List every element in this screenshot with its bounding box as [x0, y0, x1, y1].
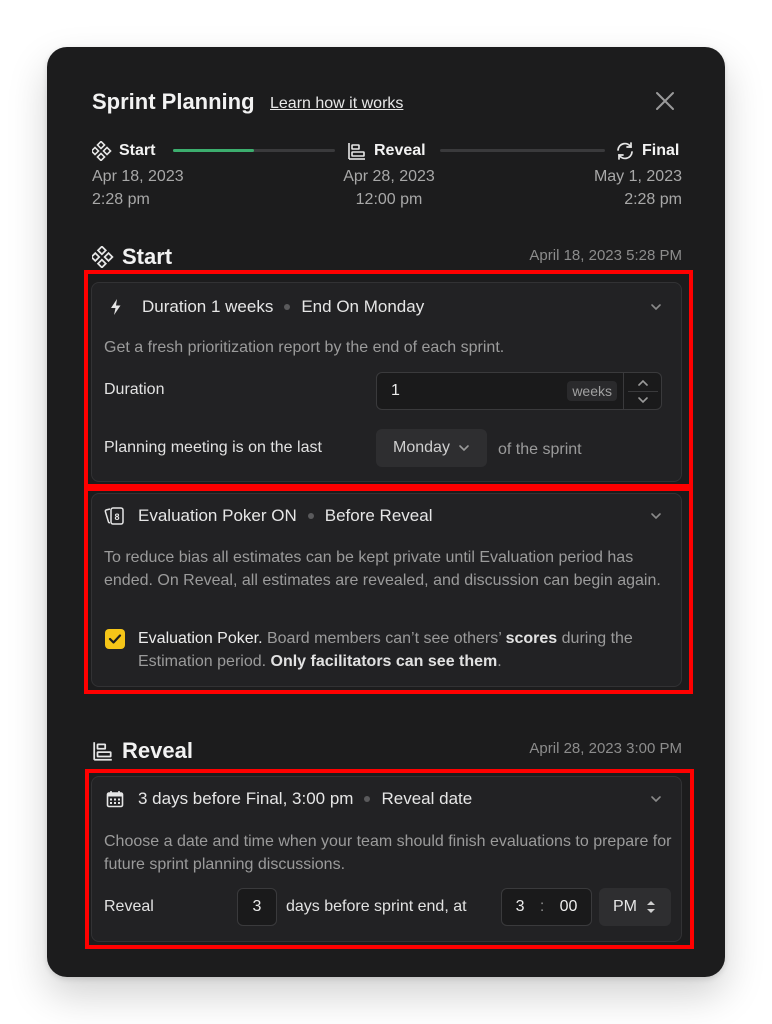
- learn-how-it-works-link[interactable]: Learn how it works: [270, 95, 403, 113]
- sort-arrows-icon: [647, 901, 655, 913]
- start-section-heading: Start: [92, 244, 172, 270]
- chevron-down-icon[interactable]: [637, 396, 649, 404]
- meeting-day-select[interactable]: Monday: [376, 429, 487, 467]
- reveal-time-input[interactable]: 3 : 00: [501, 888, 592, 926]
- poker-card: 8 Evaluation Poker ON Before Reveal To r…: [91, 493, 682, 687]
- separator-dot: [364, 796, 371, 802]
- close-button[interactable]: [653, 89, 677, 113]
- poker-cards-icon: 8: [104, 507, 124, 525]
- progress-track-1: [173, 149, 335, 152]
- meeting-day-value: Monday: [393, 439, 450, 456]
- meeting-label: Planning meeting is on the last: [104, 439, 322, 456]
- reveal-summary: 3 days before Final, 3:00 pm: [138, 789, 354, 808]
- poker-timing: Before Reveal: [324, 506, 433, 525]
- diamond-grid-icon: [92, 141, 112, 161]
- reveal-label: Reveal: [104, 898, 154, 915]
- reveal-date: Apr 28, 2023: [343, 168, 435, 185]
- separator-dot: [284, 304, 291, 310]
- meeting-suffix: of the sprint: [498, 441, 582, 458]
- reveal-card-header[interactable]: 3 days before Final, 3:00 pm Reveal date: [106, 787, 666, 811]
- step-final-label: Final: [642, 142, 680, 159]
- start-timestamp: April 18, 2023 5:28 PM: [529, 247, 682, 264]
- reveal-section-heading: Reveal: [92, 738, 193, 764]
- chevron-down-icon[interactable]: [650, 510, 662, 522]
- step-final-date: May 1, 2023 2:28 pm: [552, 165, 682, 211]
- bar-align-icon: [93, 742, 112, 761]
- poker-description: To reduce bias all estimates can be kept…: [104, 549, 661, 589]
- step-reveal: Reveal: [347, 141, 426, 161]
- duration-description: Get a fresh prioritization report by the…: [104, 339, 505, 356]
- poker-summary: Evaluation Poker ON: [138, 506, 297, 525]
- checkmark-icon: [108, 634, 122, 644]
- sprint-planning-modal: Sprint Planning Learn how it works Start: [47, 47, 725, 977]
- step-start: Start: [92, 141, 155, 161]
- progress-fill: [173, 149, 254, 152]
- duration-summary: Duration 1 weeks: [142, 297, 274, 316]
- reveal-minute[interactable]: 00: [560, 898, 578, 916]
- svg-text:8: 8: [114, 512, 119, 522]
- reveal-card: 3 days before Final, 3:00 pm Reveal date…: [91, 776, 682, 942]
- duration-unit: weeks: [567, 381, 617, 401]
- reveal-date-label: Reveal date: [381, 789, 473, 808]
- end-day-summary: End On Monday: [301, 297, 425, 316]
- final-date: May 1, 2023: [593, 168, 682, 185]
- ampm-select[interactable]: PM: [599, 888, 671, 926]
- step-reveal-date: Apr 28, 2023 12:00 pm: [337, 165, 441, 211]
- duration-input[interactable]: 1 weeks: [376, 372, 662, 410]
- time-separator: :: [539, 898, 545, 915]
- poker-text-1: Board members can’t see others’: [262, 630, 506, 647]
- reveal-description: Choose a date and time when your team sh…: [104, 833, 672, 873]
- duration-stepper[interactable]: [623, 373, 661, 409]
- chevron-down-icon[interactable]: [650, 301, 662, 313]
- poker-bold-scores: scores: [505, 630, 558, 647]
- close-icon: [656, 92, 674, 110]
- reveal-section-title: Reveal: [122, 738, 193, 763]
- reveal-time: 12:00 pm: [355, 191, 423, 208]
- poker-bold-facilitators: Only facilitators can see them: [270, 653, 498, 670]
- start-time: 2:28 pm: [92, 191, 150, 208]
- poker-checkbox-text: Evaluation Poker. Board members can’t se…: [138, 627, 673, 673]
- modal-title: Sprint Planning: [92, 89, 255, 114]
- ampm-value: PM: [613, 898, 637, 915]
- reveal-hour[interactable]: 3: [516, 898, 525, 916]
- poker-checkbox[interactable]: [105, 629, 125, 649]
- poker-card-header[interactable]: 8 Evaluation Poker ON Before Reveal: [104, 504, 664, 528]
- refresh-icon: [617, 142, 633, 160]
- duration-label: Duration: [104, 381, 165, 398]
- reveal-days-suffix: days before sprint end, at: [286, 898, 467, 915]
- lightning-icon: [111, 299, 121, 315]
- step-final: Final: [615, 141, 679, 161]
- step-start-label: Start: [119, 142, 156, 159]
- step-reveal-label: Reveal: [374, 142, 426, 159]
- step-start-date: Apr 18, 2023 2:28 pm: [92, 165, 184, 211]
- diamond-grid-icon: [92, 246, 114, 268]
- calendar-icon: [106, 791, 124, 808]
- poker-check-title: Evaluation Poker.: [138, 630, 263, 647]
- duration-value: 1: [391, 382, 400, 399]
- separator-dot: [307, 513, 314, 519]
- progress-track-2: [440, 149, 605, 152]
- start-section-title: Start: [122, 244, 173, 269]
- duration-card-header[interactable]: Duration 1 weeks End On Monday: [108, 295, 668, 319]
- duration-card: Duration 1 weeks End On Monday Get a fre…: [91, 282, 682, 482]
- reveal-days-value: 3: [252, 898, 262, 915]
- chevron-down-icon: [459, 445, 469, 452]
- chevron-up-icon[interactable]: [637, 379, 649, 387]
- reveal-days-input[interactable]: 3: [237, 888, 277, 926]
- bar-align-icon: [348, 143, 365, 160]
- start-date: Apr 18, 2023: [92, 168, 184, 185]
- final-time: 2:28 pm: [624, 191, 682, 208]
- chevron-down-icon[interactable]: [650, 793, 662, 805]
- poker-text-3: .: [497, 653, 502, 670]
- reveal-timestamp: April 28, 2023 3:00 PM: [529, 740, 682, 757]
